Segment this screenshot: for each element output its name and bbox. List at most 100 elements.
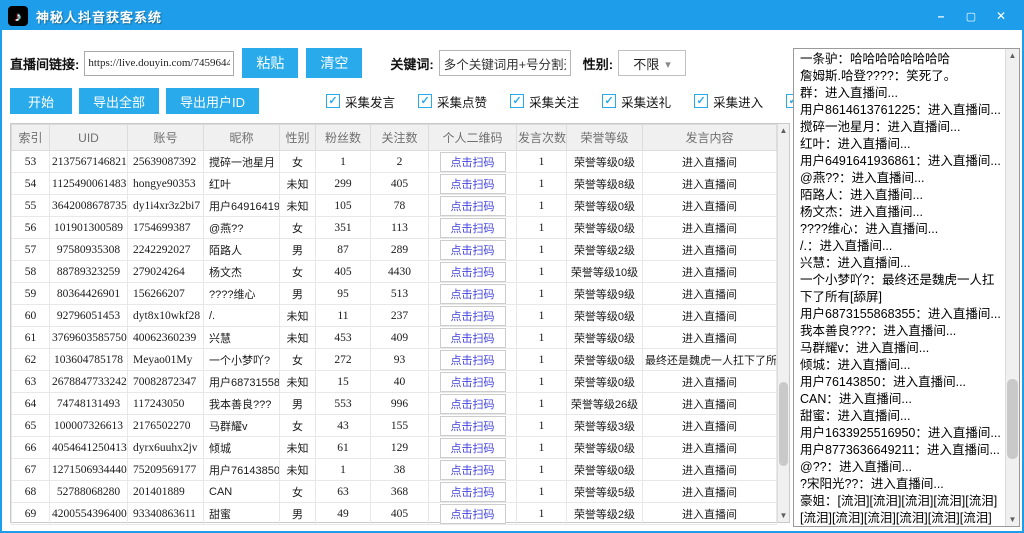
- cell-fans: 351: [316, 217, 371, 239]
- chat-message: 甜蜜：进入直播间...: [800, 408, 1004, 425]
- table-row[interactable]: 67127150693444075209569177用户76143850未知13…: [12, 459, 777, 481]
- chat-scrollbar-thumb[interactable]: [1007, 379, 1018, 459]
- column-header[interactable]: 粉丝数: [316, 125, 371, 151]
- chat-message: 用户8614613761225：进入直播间...: [800, 102, 1004, 119]
- cell-fans: 61: [316, 437, 371, 459]
- scan-qr-button[interactable]: 点击扫码: [440, 284, 506, 304]
- cell-qr: 点击扫码: [429, 437, 517, 459]
- checkbox-icon[interactable]: [326, 94, 340, 108]
- column-header[interactable]: 发言次数: [517, 125, 567, 151]
- scan-qr-button[interactable]: 点击扫码: [440, 416, 506, 436]
- minimize-icon[interactable]: [930, 7, 952, 25]
- scan-qr-button[interactable]: 点击扫码: [440, 504, 506, 524]
- cell-fans: 87: [316, 239, 371, 261]
- table-row[interactable]: 561019013005891754699387@燕??女351113点击扫码1…: [12, 217, 777, 239]
- column-header[interactable]: 昵称: [204, 125, 280, 151]
- cell-account: Meyao01My: [128, 349, 204, 371]
- scroll-down-icon[interactable]: [778, 509, 789, 522]
- cell-nickname: 杨文杰: [204, 261, 280, 283]
- table-row[interactable]: 62103604785178Meyao01My一个小梦吖?女27293点击扫码1…: [12, 349, 777, 371]
- live-link-input[interactable]: [84, 51, 234, 76]
- checkbox-icon[interactable]: [602, 94, 616, 108]
- table-scrollbar-thumb[interactable]: [779, 382, 788, 466]
- cell-follows: 78: [371, 195, 429, 217]
- scan-qr-button[interactable]: 点击扫码: [440, 394, 506, 414]
- scan-qr-button[interactable]: 点击扫码: [440, 196, 506, 216]
- column-header[interactable]: 发言内容: [643, 125, 777, 151]
- capture-option[interactable]: 采集发言: [326, 92, 395, 111]
- close-icon[interactable]: [990, 7, 1012, 25]
- cell-gender: 男: [280, 283, 316, 305]
- table-row[interactable]: 61376960358575040062360239兴慧未知453409点击扫码…: [12, 327, 777, 349]
- table-row[interactable]: 5888789323259279024264杨文杰女4054430点击扫码1荣誉…: [12, 261, 777, 283]
- column-header[interactable]: 个人二维码: [429, 125, 517, 151]
- table-row[interactable]: 63267884773324270082872347用户687315586未知1…: [12, 371, 777, 393]
- column-header[interactable]: 索引: [12, 125, 50, 151]
- scroll-up-icon[interactable]: [778, 124, 789, 137]
- cell-fans: 43: [316, 415, 371, 437]
- column-header[interactable]: 性别: [280, 125, 316, 151]
- scan-qr-button[interactable]: 点击扫码: [440, 438, 506, 458]
- table-row[interactable]: 57975809353082242292027陌路人男87289点击扫码1荣誉等…: [12, 239, 777, 261]
- table-row[interactable]: 53213756714682125639087392搅碎一池星月女12点击扫码1…: [12, 151, 777, 173]
- table-scrollbar[interactable]: [777, 124, 789, 522]
- chat-message: 群：进入直播间...: [800, 85, 1004, 102]
- capture-option[interactable]: 采集关注: [510, 92, 579, 111]
- start-button[interactable]: 开始: [10, 88, 72, 114]
- clear-button[interactable]: 清空: [306, 48, 362, 78]
- scan-qr-button[interactable]: 点击扫码: [440, 372, 506, 392]
- scan-qr-button[interactable]: 点击扫码: [440, 460, 506, 480]
- table-row[interactable]: 6092796051453dyt8x10wkf28/.未知11237点击扫码1荣…: [12, 305, 777, 327]
- table-row[interactable]: 541125490061483hongye90353红叶未知299405点击扫码…: [12, 173, 777, 195]
- column-header[interactable]: 荣誉等级: [567, 125, 643, 151]
- scroll-down-icon[interactable]: [1006, 513, 1019, 526]
- cell-qr: 点击扫码: [429, 349, 517, 371]
- column-header[interactable]: 关注数: [371, 125, 429, 151]
- maximize-icon[interactable]: [960, 7, 982, 25]
- checkbox-icon[interactable]: [694, 94, 708, 108]
- capture-options: 采集发言采集点赞采集关注采集送礼采集进入自动滚屏: [326, 92, 855, 111]
- capture-option[interactable]: 采集点赞: [418, 92, 487, 111]
- table-row[interactable]: 553642008678735dy1i4xr3z2bi7用户649164193未…: [12, 195, 777, 217]
- chat-message: 倾城：进入直播间...: [800, 357, 1004, 374]
- paste-button[interactable]: 粘贴: [242, 48, 298, 78]
- cell-qr: 点击扫码: [429, 305, 517, 327]
- scan-qr-button[interactable]: 点击扫码: [440, 152, 506, 172]
- scan-qr-button[interactable]: 点击扫码: [440, 328, 506, 348]
- table-row[interactable]: 651000073266132176502270马群耀v女43155点击扫码1荣…: [12, 415, 777, 437]
- table-row[interactable]: 69420055439640093340863611甜蜜男49405点击扫码1荣…: [12, 503, 777, 525]
- cell-honor: 荣誉等级2级: [567, 239, 643, 261]
- table-row[interactable]: 6852788068280201401889CAN女63368点击扫码1荣誉等级…: [12, 481, 777, 503]
- export-userid-button[interactable]: 导出用户ID: [166, 88, 259, 114]
- cell-speak_count: 1: [517, 239, 567, 261]
- gender-select[interactable]: 不限: [618, 50, 686, 76]
- export-all-button[interactable]: 导出全部: [79, 88, 159, 114]
- table-row[interactable]: 664054641250413dyrx6uuhx2jv倾城未知61129点击扫码…: [12, 437, 777, 459]
- table-row[interactable]: 6474748131493117243050我本善良???男553996点击扫码…: [12, 393, 777, 415]
- scroll-up-icon[interactable]: [1006, 49, 1019, 62]
- table-row[interactable]: 5980364426901156266207????维心男95513点击扫码1荣…: [12, 283, 777, 305]
- scan-qr-button[interactable]: 点击扫码: [440, 350, 506, 370]
- cell-honor: 荣誉等级10级: [567, 261, 643, 283]
- checkbox-icon[interactable]: [418, 94, 432, 108]
- cell-honor: 荣誉等级2级: [567, 503, 643, 525]
- capture-option[interactable]: 采集送礼: [602, 92, 671, 111]
- chat-scrollbar[interactable]: [1005, 49, 1019, 526]
- capture-option[interactable]: 采集进入: [694, 92, 763, 111]
- cell-content: 进入直播间: [643, 217, 777, 239]
- cell-fans: 405: [316, 261, 371, 283]
- checkbox-icon[interactable]: [510, 94, 524, 108]
- cell-qr: 点击扫码: [429, 173, 517, 195]
- cell-qr: 点击扫码: [429, 393, 517, 415]
- scan-qr-button[interactable]: 点击扫码: [440, 262, 506, 282]
- column-header[interactable]: 账号: [128, 125, 204, 151]
- keyword-input[interactable]: [439, 50, 571, 76]
- scan-qr-button[interactable]: 点击扫码: [440, 306, 506, 326]
- scan-qr-button[interactable]: 点击扫码: [440, 218, 506, 238]
- column-header[interactable]: UID: [50, 125, 128, 151]
- scan-qr-button[interactable]: 点击扫码: [440, 174, 506, 194]
- scan-qr-button[interactable]: 点击扫码: [440, 240, 506, 260]
- scan-qr-button[interactable]: 点击扫码: [440, 482, 506, 502]
- cell-index: 59: [12, 283, 50, 305]
- cell-uid: 52788068280: [50, 481, 128, 503]
